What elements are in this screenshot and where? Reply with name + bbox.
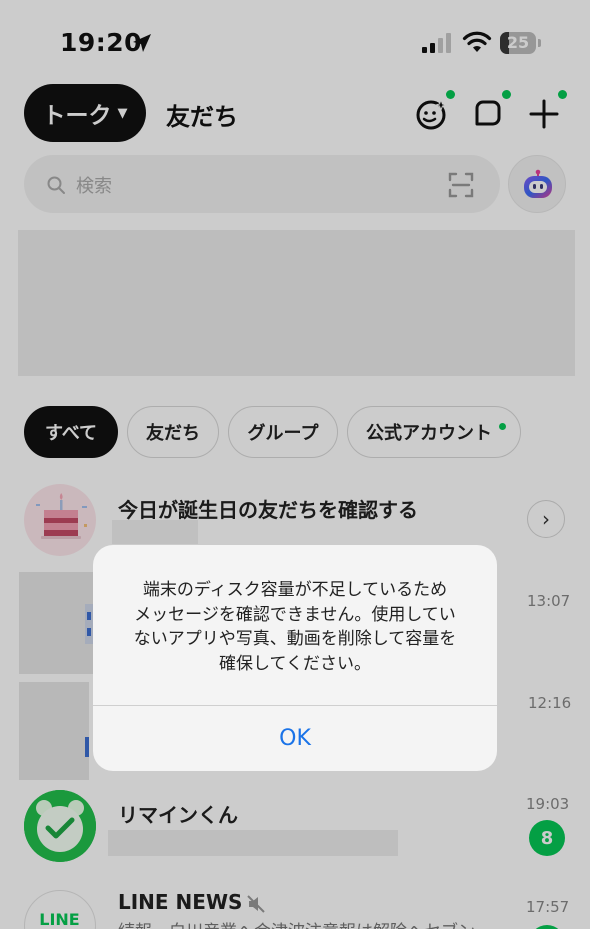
ok-button[interactable]: OK bbox=[93, 706, 497, 771]
screen: 19:20 25 トーク ▼ 友だち 検索 すべて 友だち グループ 公式アカウ… bbox=[0, 0, 590, 929]
alert-dialog: 端末のディスク容量が不足しているため メッセージを確認できません。使用してい ないア… bbox=[93, 545, 497, 771]
alert-message: 端末のディスク容量が不足しているため メッセージを確認できません。使用してい ないア… bbox=[133, 580, 457, 674]
modal-backdrop bbox=[0, 0, 590, 929]
